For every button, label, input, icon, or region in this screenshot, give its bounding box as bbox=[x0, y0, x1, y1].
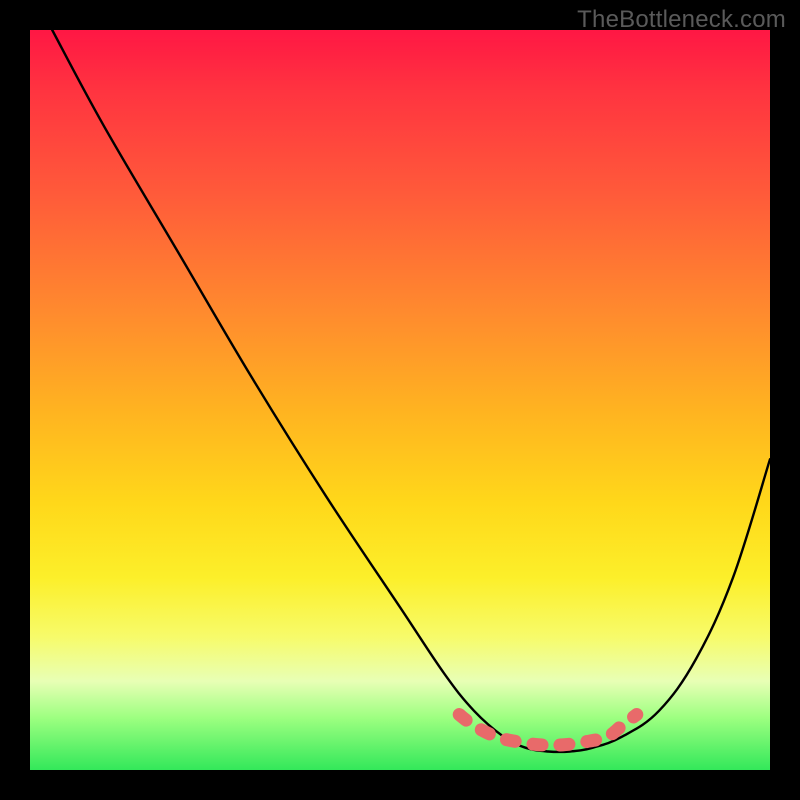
bottleneck-curve-path bbox=[52, 30, 770, 752]
plot-area bbox=[30, 30, 770, 770]
chart-frame: TheBottleneck.com bbox=[0, 0, 800, 800]
optimal-band-path bbox=[459, 715, 637, 746]
curve-overlay bbox=[30, 30, 770, 770]
